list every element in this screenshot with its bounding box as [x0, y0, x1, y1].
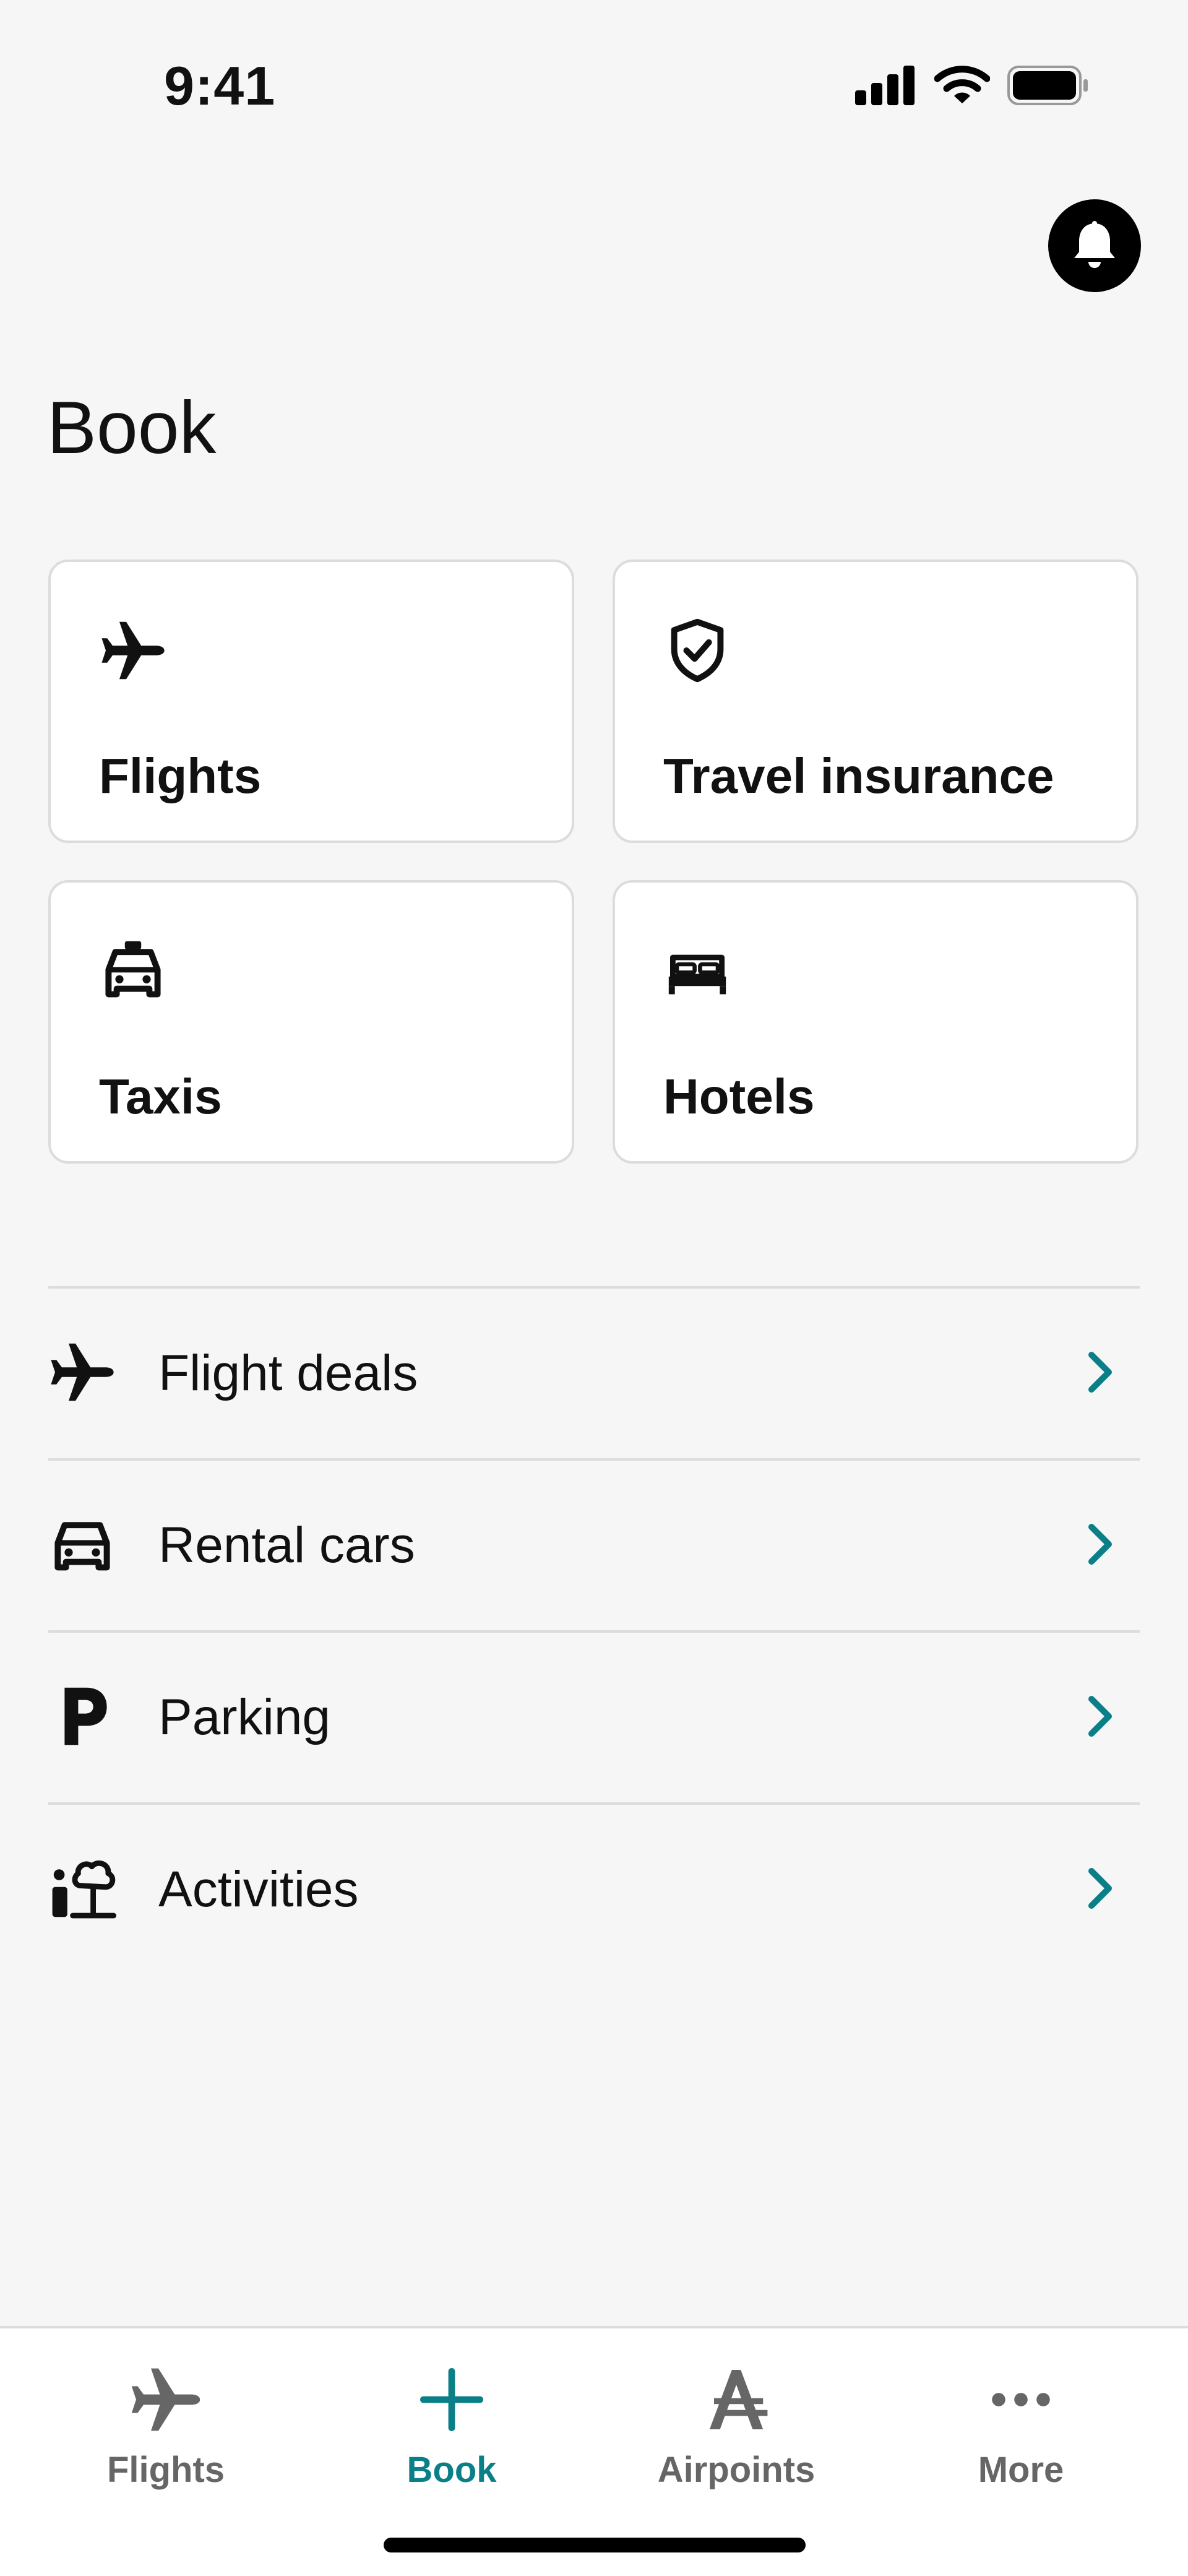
parking-icon	[64, 1687, 107, 1745]
wifi-icon	[934, 66, 990, 103]
nav-tab-label: More	[978, 2450, 1064, 2490]
airplane-icon	[51, 1343, 114, 1401]
card-label: Flights	[99, 748, 262, 803]
booking-options-list: Flight deals Rental cars Parking Activit…	[48, 1286, 1140, 1974]
chevron-right-icon	[1088, 1868, 1112, 1909]
plus-icon	[420, 2368, 483, 2431]
activities-icon	[52, 1860, 116, 1919]
shield-check-icon	[671, 618, 724, 683]
nav-tab-more[interactable]: More	[879, 2362, 1163, 2491]
car-icon	[54, 1522, 110, 1571]
list-item-rental-cars[interactable]: Rental cars	[48, 1458, 1140, 1630]
cellular-signal-icon	[855, 66, 915, 105]
more-dots-icon	[992, 2393, 1050, 2406]
nav-tab-book[interactable]: Book	[309, 2362, 594, 2491]
chevron-right-icon	[1088, 1352, 1112, 1393]
card-taxis[interactable]: Taxis	[48, 880, 574, 1164]
nav-tab-flights[interactable]: Flights	[24, 2362, 308, 2491]
status-icons	[855, 65, 1089, 106]
list-item-label: Parking	[158, 1689, 331, 1745]
list-item-label: Flight deals	[158, 1345, 418, 1401]
nav-tab-airpoints[interactable]: Airpoints	[594, 2362, 879, 2491]
list-item-activities[interactable]: Activities	[48, 1802, 1140, 1974]
notifications-button[interactable]	[1048, 199, 1141, 292]
card-hotels[interactable]: Hotels	[613, 880, 1138, 1164]
card-label: Hotels	[663, 1069, 815, 1124]
nav-tab-label: Book	[407, 2450, 497, 2490]
nav-tab-label: Flights	[106, 2450, 225, 2490]
airpoints-icon	[709, 2370, 768, 2429]
list-item-parking[interactable]: Parking	[48, 1630, 1140, 1802]
nav-tab-label: Airpoints	[657, 2450, 816, 2490]
card-flights[interactable]: Flights	[48, 560, 574, 843]
card-label: Taxis	[99, 1069, 222, 1124]
card-travel-insurance[interactable]: Travel insurance	[613, 560, 1138, 843]
bed-icon	[668, 954, 726, 995]
airplane-icon	[101, 621, 165, 680]
airplane-icon	[131, 2368, 200, 2431]
bell-icon	[1074, 221, 1115, 268]
battery-icon	[1007, 66, 1088, 105]
home-indicator	[384, 2538, 806, 2552]
chevron-right-icon	[1088, 1524, 1112, 1565]
taxi-icon	[105, 941, 161, 998]
card-label: Travel insurance	[663, 748, 1054, 803]
list-item-label: Activities	[158, 1861, 359, 1917]
chevron-right-icon	[1088, 1696, 1112, 1737]
status-time: 9:41	[164, 55, 276, 116]
page-title: Book	[47, 386, 217, 469]
list-item-flight-deals[interactable]: Flight deals	[48, 1286, 1140, 1458]
list-item-label: Rental cars	[158, 1517, 415, 1573]
